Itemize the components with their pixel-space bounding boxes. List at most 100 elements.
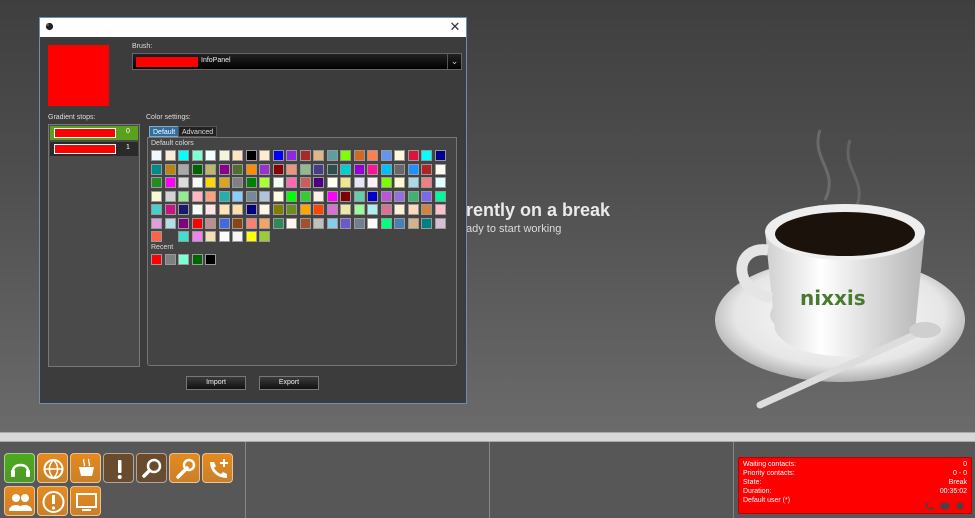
recent-color-swatch[interactable] (151, 254, 162, 265)
color-swatch[interactable] (353, 190, 365, 202)
tab-default[interactable]: Default (149, 126, 180, 137)
color-swatch[interactable] (232, 204, 243, 215)
color-swatch[interactable] (340, 204, 351, 215)
color-swatch[interactable] (326, 150, 338, 161)
color-swatch[interactable] (259, 190, 270, 202)
color-swatch[interactable] (191, 231, 203, 242)
color-swatch[interactable] (178, 204, 189, 215)
color-swatch[interactable] (313, 150, 324, 161)
color-swatch[interactable] (434, 177, 446, 188)
color-swatch[interactable] (380, 163, 392, 175)
color-swatch[interactable] (245, 163, 257, 175)
color-swatch[interactable] (434, 204, 446, 215)
color-swatch[interactable] (191, 150, 203, 161)
color-swatch[interactable] (286, 190, 297, 202)
color-swatch[interactable] (151, 217, 162, 229)
color-swatch[interactable] (421, 204, 432, 215)
color-swatch[interactable] (272, 217, 284, 229)
color-swatch[interactable] (380, 190, 392, 202)
exclamation-tile[interactable] (103, 453, 134, 483)
color-swatch[interactable] (326, 177, 338, 188)
color-swatch[interactable] (178, 177, 189, 188)
brush-select[interactable]: InfoPanel ⌄ (132, 53, 462, 70)
color-swatch[interactable] (245, 150, 257, 161)
close-button[interactable]: ✕ (447, 19, 463, 35)
color-swatch[interactable] (421, 217, 432, 229)
color-swatch[interactable] (151, 163, 162, 175)
color-swatch[interactable] (326, 190, 338, 202)
color-swatch[interactable] (286, 217, 297, 229)
color-swatch[interactable] (394, 163, 405, 175)
color-swatch[interactable] (178, 217, 189, 229)
color-swatch[interactable] (272, 177, 284, 188)
recent-color-swatch[interactable] (205, 254, 216, 265)
coffee-cup-tile[interactable] (70, 453, 101, 483)
magnifier-tile[interactable] (136, 453, 167, 483)
color-swatch[interactable] (434, 150, 446, 161)
color-swatch[interactable] (353, 217, 365, 229)
color-swatch[interactable] (286, 204, 297, 215)
color-swatch[interactable] (218, 204, 230, 215)
color-swatch[interactable] (272, 150, 284, 161)
gradient-stop-item[interactable]: 0 (50, 126, 138, 140)
color-swatch[interactable] (245, 190, 257, 202)
color-swatch[interactable] (421, 177, 432, 188)
color-swatch[interactable] (313, 204, 324, 215)
color-swatch[interactable] (340, 150, 351, 161)
color-swatch[interactable] (299, 204, 311, 215)
color-swatch[interactable] (340, 163, 351, 175)
color-swatch[interactable] (380, 217, 392, 229)
color-swatch[interactable] (421, 163, 432, 175)
color-swatch[interactable] (407, 217, 419, 229)
color-swatch[interactable] (218, 150, 230, 161)
color-swatch[interactable] (286, 150, 297, 161)
color-swatch[interactable] (353, 177, 365, 188)
color-swatch[interactable] (232, 217, 243, 229)
headset-tile[interactable] (4, 453, 35, 483)
color-swatch[interactable] (232, 150, 243, 161)
color-swatch[interactable] (191, 217, 203, 229)
color-swatch[interactable] (205, 177, 216, 188)
color-swatch[interactable] (232, 177, 243, 188)
color-swatch[interactable] (367, 177, 378, 188)
color-swatch[interactable] (164, 163, 176, 175)
color-swatch[interactable] (164, 190, 176, 202)
color-swatch[interactable] (299, 217, 311, 229)
color-swatch[interactable] (434, 217, 446, 229)
color-swatch[interactable] (191, 163, 203, 175)
color-swatch[interactable] (151, 150, 162, 161)
color-swatch[interactable] (164, 204, 176, 215)
color-swatch[interactable] (205, 163, 216, 175)
recent-color-swatch[interactable] (164, 254, 176, 265)
color-swatch[interactable] (232, 163, 243, 175)
color-swatch[interactable] (299, 177, 311, 188)
color-swatch[interactable] (340, 177, 351, 188)
color-swatch[interactable] (367, 217, 378, 229)
color-swatch[interactable] (245, 177, 257, 188)
color-swatch[interactable] (286, 163, 297, 175)
color-swatch[interactable] (178, 163, 189, 175)
color-swatch[interactable] (272, 204, 284, 215)
color-swatch[interactable] (259, 204, 270, 215)
export-button[interactable]: Export (259, 376, 319, 390)
color-swatch[interactable] (353, 163, 365, 175)
color-swatch[interactable] (367, 163, 378, 175)
color-swatch[interactable] (272, 190, 284, 202)
color-swatch[interactable] (299, 190, 311, 202)
color-swatch[interactable] (232, 231, 243, 242)
import-button[interactable]: Import (186, 376, 246, 390)
color-swatch[interactable] (340, 217, 351, 229)
color-swatch[interactable] (286, 177, 297, 188)
color-swatch[interactable] (151, 204, 162, 215)
color-swatch[interactable] (245, 217, 257, 229)
color-swatch[interactable] (232, 190, 243, 202)
color-swatch[interactable] (272, 163, 284, 175)
color-swatch[interactable] (245, 204, 257, 215)
color-swatch[interactable] (151, 190, 162, 202)
color-swatch[interactable] (421, 190, 432, 202)
color-swatch[interactable] (353, 150, 365, 161)
color-swatch[interactable] (259, 177, 270, 188)
color-swatch[interactable] (313, 177, 324, 188)
color-swatch[interactable] (165, 231, 176, 242)
color-swatch[interactable] (434, 190, 446, 202)
